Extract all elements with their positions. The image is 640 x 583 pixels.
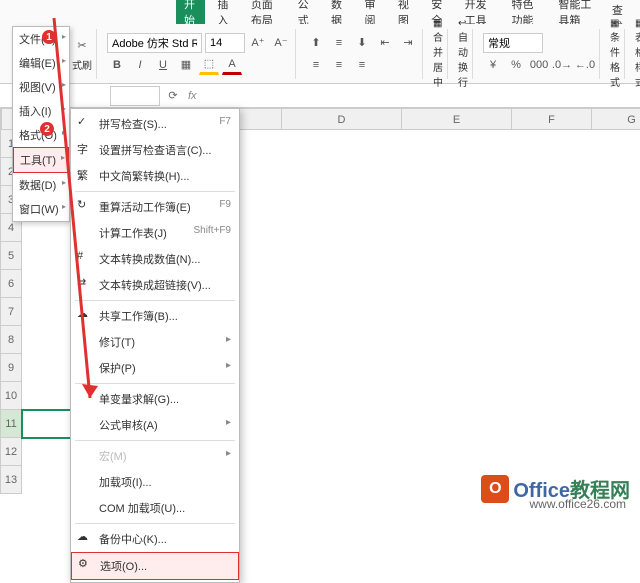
format-brush-button[interactable]: 式刷: [72, 57, 92, 72]
wrap-text-button[interactable]: ↩自动换行: [458, 18, 468, 89]
fill-color-button[interactable]: ⬚: [199, 55, 219, 75]
comma-icon[interactable]: 000: [529, 55, 549, 75]
decrease-font-icon[interactable]: A⁻: [271, 33, 291, 53]
font-name-select[interactable]: [107, 33, 202, 53]
zh-icon: 繁: [77, 167, 91, 181]
separator: [75, 300, 235, 301]
menu-edit[interactable]: 编辑(E)▸: [13, 51, 69, 75]
row-header[interactable]: 12: [0, 438, 22, 466]
number-format-select[interactable]: [483, 33, 543, 53]
col-header[interactable]: E: [402, 108, 512, 130]
menu-view[interactable]: 视图(V)▸: [13, 75, 69, 99]
border-button[interactable]: ▦: [176, 55, 196, 75]
currency-icon[interactable]: ¥: [483, 55, 503, 75]
spell-icon: ✓: [77, 115, 91, 129]
merge-center-button[interactable]: ▦合并居中: [433, 18, 443, 89]
tools-submenu: ✓拼写检查(S)...F7 字设置拼写检查语言(C)... 繁中文简繁转换(H)…: [70, 108, 240, 583]
separator: [75, 383, 235, 384]
align-right-icon[interactable]: ≡: [352, 55, 372, 75]
submenu-spellcheck[interactable]: ✓拼写检查(S)...F7: [71, 111, 239, 137]
submenu-text2num[interactable]: #文本转换成数值(N)...: [71, 246, 239, 272]
menu-file[interactable]: 文件(E)▸: [13, 27, 69, 51]
row-header[interactable]: 9: [0, 354, 22, 382]
callout-badge-1: 1: [42, 30, 56, 44]
submenu-goalseek[interactable]: 单变量求解(G)...: [71, 386, 239, 412]
table-style-button[interactable]: ▦表格样式: [635, 18, 640, 89]
submenu-text2link[interactable]: ⇄文本转换成超链接(V)...: [71, 272, 239, 298]
separator: [75, 191, 235, 192]
submenu-share[interactable]: ☁共享工作簿(B)...: [71, 303, 239, 329]
col-header[interactable]: F: [512, 108, 592, 130]
submenu-zh-convert[interactable]: 繁中文简繁转换(H)...: [71, 163, 239, 189]
backup-icon: ☁: [77, 530, 91, 544]
office-logo-icon: O: [481, 475, 509, 503]
align-bottom-icon[interactable]: ⬇: [352, 33, 372, 53]
percent-icon[interactable]: %: [506, 55, 526, 75]
submenu-formula-audit[interactable]: 公式审核(A)▸: [71, 412, 239, 438]
submenu-addins[interactable]: 加载项(I)...: [71, 469, 239, 495]
separator: [75, 440, 235, 441]
text2link-icon: ⇄: [77, 276, 91, 290]
separator: [75, 523, 235, 524]
row-header[interactable]: 13: [0, 466, 22, 494]
formula-bar: ⟳ fx: [0, 84, 640, 108]
row-header[interactable]: 11: [0, 410, 22, 438]
underline-button[interactable]: U: [153, 55, 173, 75]
submenu-backup[interactable]: ☁备份中心(K)...: [71, 526, 239, 552]
submenu-macro: 宏(M)▸: [71, 443, 239, 469]
watermark-url: www.office26.com: [530, 497, 627, 511]
submenu-options[interactable]: ⚙选项(O)...: [71, 552, 239, 580]
menu-data[interactable]: 数据(D)▸: [13, 173, 69, 197]
name-box[interactable]: [110, 86, 160, 106]
submenu-com-addins[interactable]: COM 加载项(U)...: [71, 495, 239, 521]
indent-left-icon[interactable]: ⇤: [375, 33, 395, 53]
indent-right-icon[interactable]: ⇥: [398, 33, 418, 53]
align-left-icon[interactable]: ≡: [306, 55, 326, 75]
lang-icon: 字: [77, 141, 91, 155]
submenu-protect[interactable]: 保护(P)▸: [71, 355, 239, 381]
gear-icon: ⚙: [78, 557, 92, 571]
share-icon: ☁: [77, 307, 91, 321]
recalc-icon: ↻: [77, 198, 91, 212]
conditional-format-button[interactable]: ▦条件格式: [610, 18, 620, 89]
menu-tools[interactable]: 工具(T)▸: [13, 147, 69, 173]
submenu-spell-lang[interactable]: 字设置拼写检查语言(C)...: [71, 137, 239, 163]
font-size-select[interactable]: [205, 33, 245, 53]
dec-decimal-icon[interactable]: ←.0: [575, 55, 595, 75]
submenu-recalc[interactable]: ↻重算活动工作簿(E)F9: [71, 194, 239, 220]
fx-label[interactable]: fx: [182, 90, 203, 102]
row-header[interactable]: 8: [0, 326, 22, 354]
menu-window[interactable]: 窗口(W)▸: [13, 197, 69, 221]
row-header[interactable]: 7: [0, 298, 22, 326]
col-header[interactable]: G: [592, 108, 640, 130]
ribbon: ✂ 式刷 A⁺ A⁻ B I U ▦ ⬚ A ⬆ ≡ ⬇ ⇤ ⇥ ≡ ≡ ≡: [0, 24, 640, 84]
submenu-calc-sheet[interactable]: 计算工作表(J)Shift+F9: [71, 220, 239, 246]
cancel-formula-icon[interactable]: ⟳: [164, 87, 182, 105]
row-header[interactable]: 5: [0, 242, 22, 270]
col-header[interactable]: D: [282, 108, 402, 130]
callout-badge-2: 2: [40, 122, 54, 136]
inc-decimal-icon[interactable]: .0→: [552, 55, 572, 75]
bold-button[interactable]: B: [107, 55, 127, 75]
submenu-revision[interactable]: 修订(T)▸: [71, 329, 239, 355]
text2num-icon: #: [77, 250, 91, 264]
increase-font-icon[interactable]: A⁺: [248, 33, 268, 53]
align-middle-icon[interactable]: ≡: [329, 33, 349, 53]
cut-icon[interactable]: ✂: [72, 35, 92, 55]
row-header[interactable]: 10: [0, 382, 22, 410]
align-top-icon[interactable]: ⬆: [306, 33, 326, 53]
font-color-button[interactable]: A: [222, 55, 242, 75]
align-center-icon[interactable]: ≡: [329, 55, 349, 75]
menu-insert[interactable]: 插入(I)▸: [13, 99, 69, 123]
row-header[interactable]: 6: [0, 270, 22, 298]
italic-button[interactable]: I: [130, 55, 150, 75]
quick-access-toolbar: ≡ 文件 ↶ ↷ ▾ 开始 插入 页面布局 公式 数据 审阅 视图 安全 开发工…: [0, 0, 640, 24]
